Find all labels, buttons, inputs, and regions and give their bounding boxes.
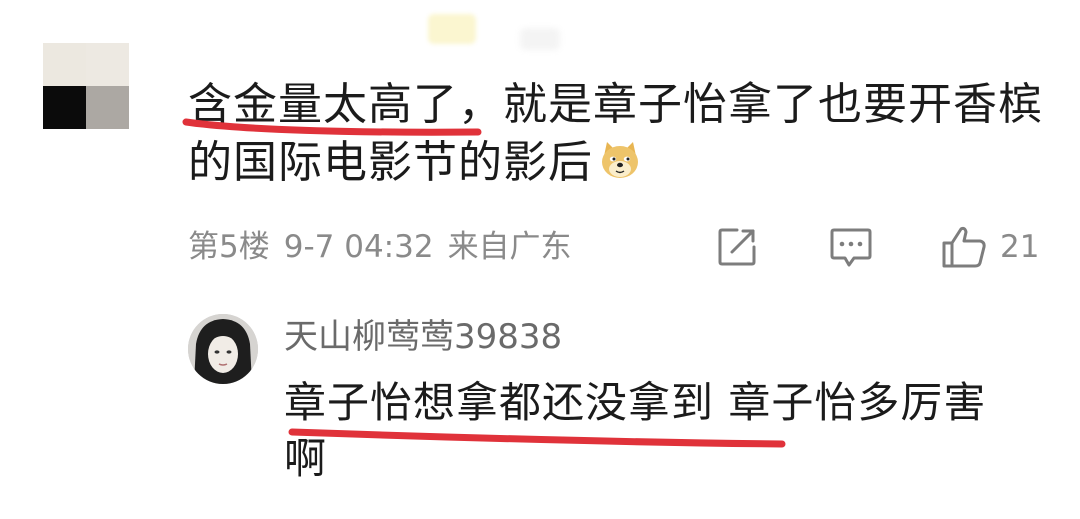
thumbs-up-icon <box>942 226 986 268</box>
reply-button[interactable] <box>828 224 874 270</box>
blurred-region <box>428 14 476 44</box>
reply-text-line-1: 章子怡想拿都还没拿到 章子怡多厉害 <box>284 378 987 427</box>
doge-emoji-icon <box>599 138 641 180</box>
avatar-pixel <box>43 86 86 129</box>
comment-location: 来自广东 <box>447 229 572 265</box>
avatar-pixel <box>43 43 86 86</box>
reply-icon <box>830 228 872 267</box>
main-comment: 含金量太高了，就是章子怡拿了也要开香槟 的国际电影节的影后 第5楼 9-7 04:3… <box>0 0 1080 290</box>
comment-text-line-2: 的国际电影节的影后 <box>188 137 593 188</box>
comment-meta: 第5楼 9-7 04:32 来自广东 <box>188 225 586 269</box>
avatar-pixel <box>86 43 129 86</box>
share-button[interactable] <box>715 224 759 270</box>
reply-comment: 天山柳莺莺39838 章子怡想拿都还没拿到 章子怡多厉害啊 <box>0 300 1080 519</box>
like-count: 21 <box>1000 229 1040 265</box>
reply-avatar[interactable] <box>188 314 258 384</box>
reply-username[interactable]: 天山柳莺莺39838 <box>284 314 562 360</box>
floor-number: 第5楼 <box>188 229 270 265</box>
avatar[interactable] <box>43 43 129 129</box>
share-icon <box>718 228 756 266</box>
like-button[interactable]: 21 <box>940 224 1039 270</box>
comment-date: 9-7 04:32 <box>283 229 434 265</box>
avatar-pixel <box>86 86 129 129</box>
red-underline <box>288 428 786 448</box>
red-underline <box>182 118 482 136</box>
blurred-region <box>520 28 560 50</box>
avatar-portrait <box>188 314 258 384</box>
